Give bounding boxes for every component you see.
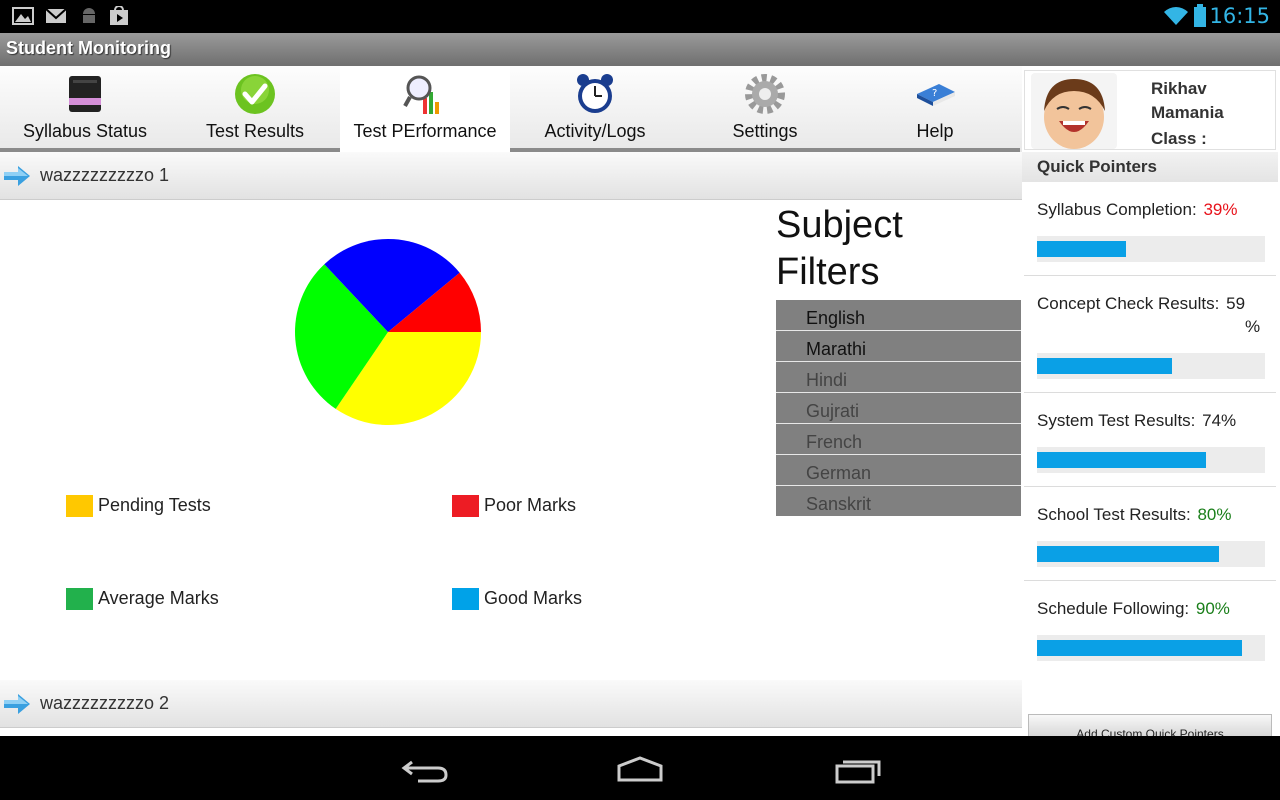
app-title: Student Monitoring bbox=[6, 38, 171, 58]
student-first-name: Rikhav bbox=[1151, 79, 1207, 98]
qp-progress-bar bbox=[1037, 447, 1265, 473]
qp-progress-bar bbox=[1037, 635, 1265, 661]
tab-test-performance[interactable]: Test PErformance bbox=[340, 66, 510, 152]
qp-syllabus-completion: Syllabus Completion: 39% bbox=[1024, 182, 1276, 276]
battery-icon bbox=[1194, 4, 1206, 27]
section-header-1[interactable]: wazzzzzzzzzo 1 bbox=[0, 152, 1022, 200]
subject-filters-title: Subject Filters bbox=[776, 204, 903, 293]
tab-activity-logs[interactable]: Activity/Logs bbox=[510, 66, 680, 152]
filter-hindi[interactable]: Hindi bbox=[776, 362, 1021, 393]
qp-value-line2: % bbox=[1245, 317, 1261, 336]
quick-pointers-panel: Quick Pointers Syllabus Completion: 39% … bbox=[1022, 152, 1280, 736]
qp-value: 80% bbox=[1197, 505, 1232, 524]
tab-test-results[interactable]: Test Results bbox=[170, 66, 340, 152]
legend-swatch bbox=[452, 495, 479, 517]
magnifier-chart-icon bbox=[403, 75, 439, 114]
home-icon[interactable] bbox=[615, 754, 665, 784]
arrow-right-icon bbox=[4, 166, 30, 186]
gallery-icon bbox=[12, 7, 34, 25]
filter-gujrati[interactable]: Gujrati bbox=[776, 393, 1021, 424]
tab-settings[interactable]: Settings bbox=[680, 66, 850, 152]
student-last-name: Mamania bbox=[1151, 103, 1224, 122]
gmail-icon bbox=[45, 8, 67, 23]
recent-apps-icon[interactable] bbox=[833, 754, 883, 784]
status-bar: 16:15 bbox=[0, 0, 1280, 33]
qp-progress-bar bbox=[1037, 236, 1265, 262]
qp-progress-fill bbox=[1037, 546, 1220, 562]
quick-pointers-header: Quick Pointers bbox=[1022, 152, 1278, 182]
navigation-bar bbox=[0, 736, 1280, 800]
qp-value: 59 bbox=[1226, 294, 1246, 313]
back-icon[interactable] bbox=[400, 754, 450, 784]
qp-school-test: School Test Results: 80% bbox=[1024, 487, 1276, 581]
play-store-icon bbox=[110, 6, 128, 25]
help-book-icon: ? bbox=[917, 84, 955, 106]
checkmark-icon bbox=[235, 74, 275, 114]
alarm-clock-icon bbox=[577, 74, 613, 113]
student-card: Rikhav Mamania Class : bbox=[1024, 70, 1276, 150]
qp-system-test: System Test Results: 74% bbox=[1024, 393, 1276, 487]
section-header-2[interactable]: wazzzzzzzzzo 2 bbox=[0, 680, 1022, 728]
arrow-right-icon bbox=[4, 694, 30, 714]
qp-value: 39% bbox=[1203, 200, 1238, 219]
qp-schedule-following: Schedule Following: 90% bbox=[1024, 581, 1276, 675]
tab-syllabus-status[interactable]: Syllabus Status bbox=[0, 66, 170, 152]
qp-concept-check: Concept Check Results: 59 % bbox=[1024, 276, 1276, 393]
section-title: wazzzzzzzzzo 2 bbox=[40, 693, 170, 713]
student-avatar bbox=[1031, 73, 1117, 149]
filter-french[interactable]: French bbox=[776, 424, 1021, 455]
notebook-icon bbox=[69, 76, 101, 112]
filter-sanskrit[interactable]: Sanskrit bbox=[776, 486, 1021, 516]
tab-help[interactable]: ? Help bbox=[850, 66, 1020, 152]
gear-icon bbox=[745, 74, 785, 114]
wifi-icon bbox=[1164, 7, 1188, 25]
app-title-bar: Student Monitoring bbox=[0, 33, 1280, 66]
svg-text:?: ? bbox=[932, 88, 937, 99]
section-title: wazzzzzzzzzo 1 bbox=[40, 165, 170, 185]
app-content: Syllabus Status Test Results Test PErfor… bbox=[0, 66, 1280, 736]
legend-swatch bbox=[452, 588, 479, 610]
qp-progress-fill bbox=[1037, 640, 1243, 656]
legend-swatch bbox=[66, 495, 93, 517]
add-custom-quick-pointers-button[interactable]: Add Custom Quick Pointers bbox=[1028, 714, 1272, 736]
tab-bar: Syllabus Status Test Results Test PErfor… bbox=[0, 66, 1022, 152]
qp-progress-bar bbox=[1037, 541, 1265, 567]
qp-progress-fill bbox=[1037, 452, 1206, 468]
clock: 16:15 bbox=[1209, 4, 1270, 28]
legend-swatch bbox=[66, 588, 93, 610]
filter-marathi[interactable]: Marathi bbox=[776, 331, 1021, 362]
filter-german[interactable]: German bbox=[776, 455, 1021, 486]
filter-english[interactable]: English bbox=[776, 300, 1021, 331]
qp-progress-fill bbox=[1037, 241, 1126, 257]
test-performance-pie-chart bbox=[295, 239, 481, 425]
qp-progress-fill bbox=[1037, 358, 1172, 374]
android-icon bbox=[83, 8, 95, 23]
qp-progress-bar bbox=[1037, 353, 1265, 379]
student-class-label: Class : bbox=[1151, 129, 1207, 148]
qp-value: 90% bbox=[1195, 599, 1230, 618]
qp-value: 74% bbox=[1202, 411, 1237, 430]
subject-filter-list[interactable]: English Marathi Hindi Gujrati French Ger… bbox=[776, 300, 1021, 516]
